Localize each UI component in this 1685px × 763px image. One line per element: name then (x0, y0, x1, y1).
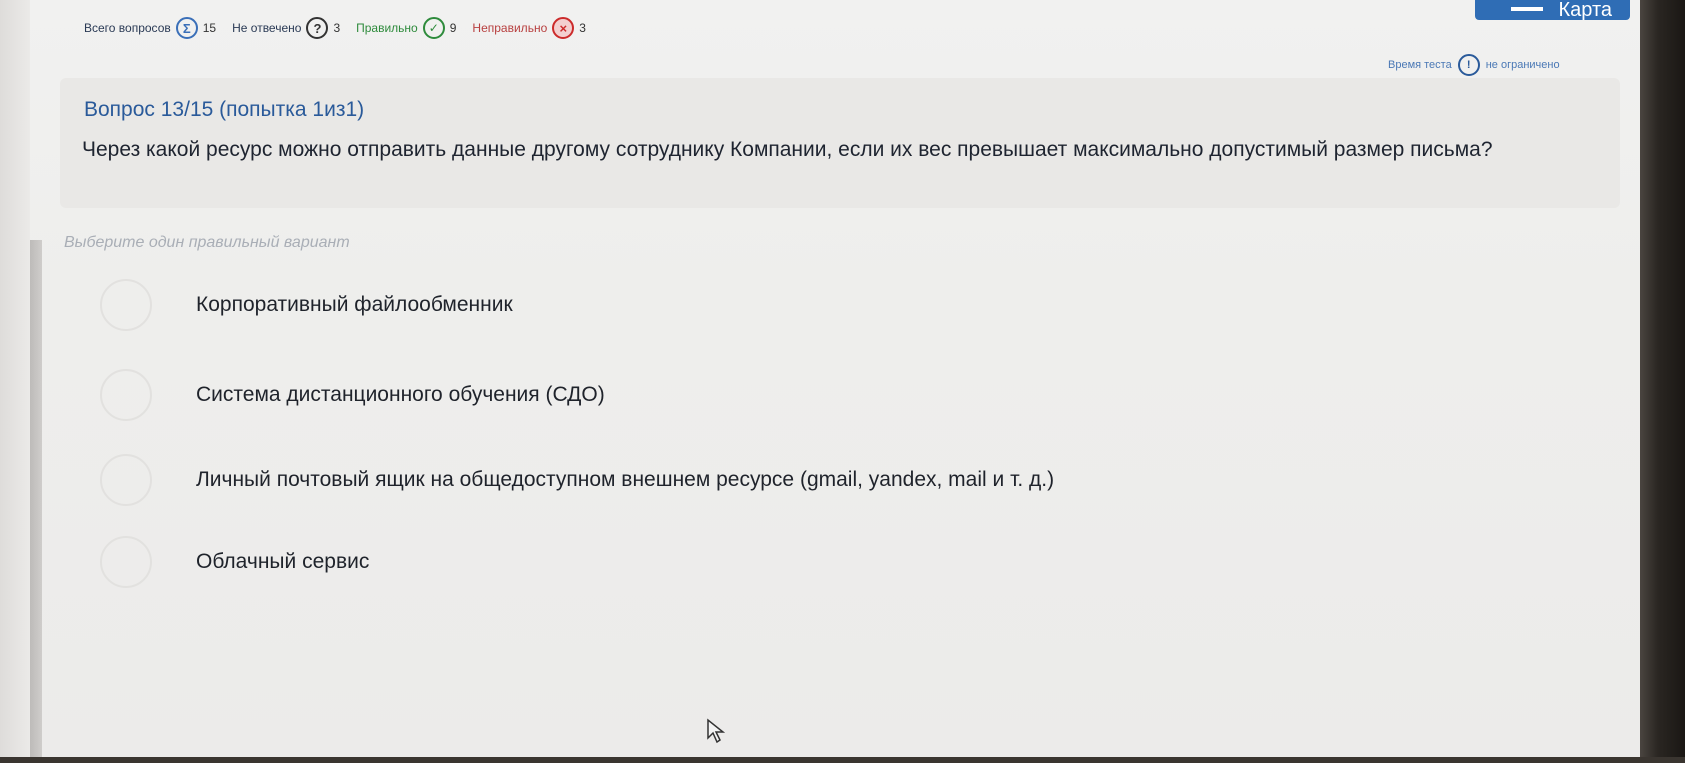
sigma-icon: Σ (175, 17, 198, 39)
stat-wrong[interactable]: Неправильно × 3 (472, 17, 586, 39)
radio-button[interactable] (100, 279, 152, 331)
map-button[interactable]: Карта (1475, 0, 1630, 21)
answer-hint: Выберите один правильный вариант (64, 234, 350, 251)
cross-icon: × (552, 17, 575, 39)
map-button-label: Карта (1558, 0, 1612, 21)
stat-wrong-value: 3 (579, 21, 586, 35)
test-timer: Время теста ! не ограничено (1388, 54, 1560, 76)
answer-option[interactable]: Личный почтовый ящик на общедоступном вн… (100, 452, 1300, 508)
answer-option[interactable]: Облачный сервис (100, 534, 1300, 590)
mouse-cursor-icon (707, 718, 726, 744)
check-icon: ✓ (422, 17, 445, 39)
monitor-bezel-right (1640, 0, 1685, 763)
question-icon: ? (306, 17, 329, 39)
monitor-bezel-bottom (0, 757, 1685, 763)
stat-total-label: Всего вопросов (84, 21, 171, 35)
stats-bar: Всего вопросов Σ 15 Не отвечено ? 3 Прав… (84, 14, 596, 42)
timer-value: не ограничено (1485, 59, 1560, 71)
question-number: Вопрос 13/15 (попытка 1из1) (84, 98, 365, 121)
radio-button[interactable] (100, 536, 152, 588)
stat-correct-value: 9 (449, 21, 457, 35)
answer-option-label: Облачный сервис (196, 550, 370, 573)
left-margin (0, 0, 30, 763)
stat-unanswered-value: 3 (333, 21, 341, 35)
timer-label: Время теста (1388, 59, 1452, 71)
stat-total-value: 15 (202, 21, 217, 35)
radio-button[interactable] (100, 454, 152, 506)
stat-wrong-label: Неправильно (472, 21, 548, 35)
answer-option-label: Личный почтовый ящик на общедоступном вн… (196, 468, 1055, 491)
question-text: Через какой ресурс можно отправить данны… (82, 138, 1493, 161)
stat-total: Всего вопросов Σ 15 (84, 17, 216, 39)
stat-unanswered[interactable]: Не отвечено ? 3 (232, 17, 340, 39)
stat-correct[interactable]: Правильно ✓ 9 (356, 17, 456, 39)
stat-correct-label: Правильно (356, 21, 418, 35)
answer-option-label: Корпоративный файлообменник (196, 293, 513, 316)
radio-button[interactable] (100, 369, 152, 421)
menu-bars-icon (1511, 7, 1543, 11)
answer-option-label: Система дистанционного обучения (СДО) (196, 383, 605, 406)
answer-option[interactable]: Корпоративный файлообменник (100, 277, 1300, 333)
stopwatch-icon: ! (1457, 54, 1480, 76)
answer-option[interactable]: Система дистанционного обучения (СДО) (100, 367, 1300, 423)
left-scroll-rail (30, 240, 42, 760)
stat-unanswered-label: Не отвечено (232, 21, 302, 35)
